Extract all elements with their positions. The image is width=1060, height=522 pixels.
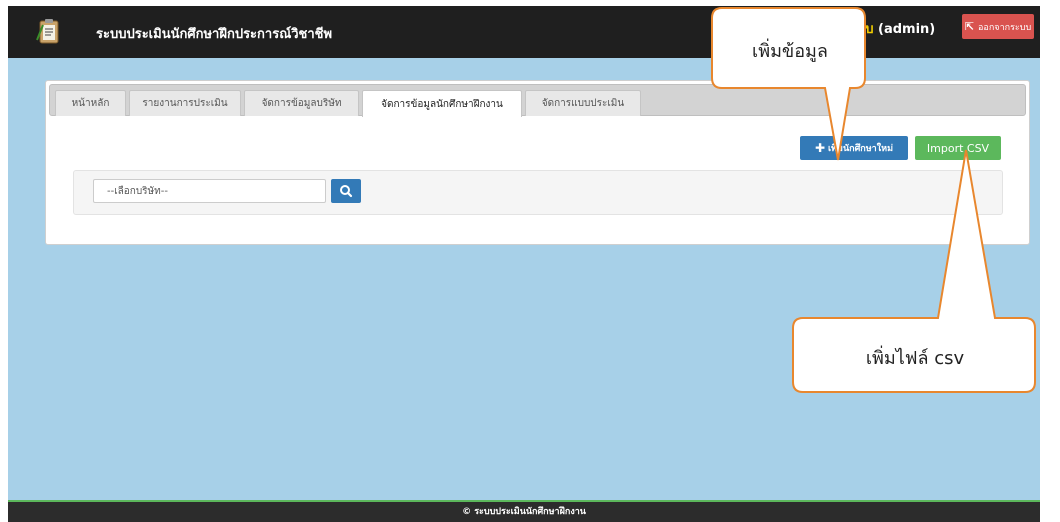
callout-add-csv: เพิ่มไฟล์ csv <box>865 348 965 369</box>
callout-add-data: เพิ่มข้อมูล <box>752 41 828 62</box>
callout-add-data-shape <box>711 7 866 161</box>
callout-shapes <box>711 7 1036 393</box>
